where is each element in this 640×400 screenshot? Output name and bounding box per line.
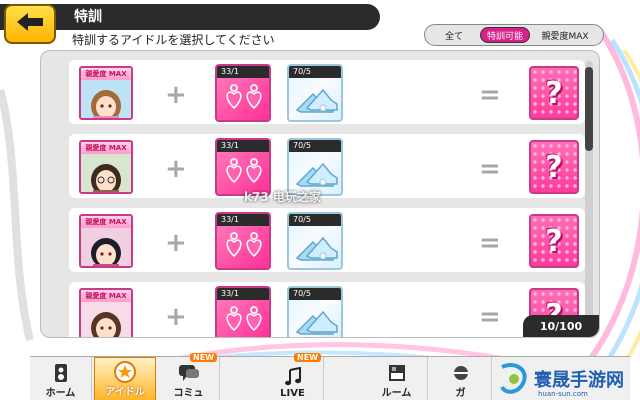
nav-commu-label: コミュ <box>173 388 204 399</box>
earring-item: 33/1 <box>215 286 271 337</box>
plus-sign: + <box>165 154 187 184</box>
glass-slipper-icon <box>295 88 338 113</box>
scrollbar[interactable] <box>585 61 593 329</box>
shoe-count: 70/5 <box>289 214 341 226</box>
glass-shoe-item: 70/5 <box>287 212 343 270</box>
shoe-count: 70/5 <box>289 66 341 78</box>
idol-card[interactable]: 親愛度 MAX <box>79 66 133 120</box>
room-icon <box>385 362 409 384</box>
nav-home-label: ホーム <box>45 388 76 399</box>
earring-count: 33/1 <box>217 214 269 226</box>
scrollbar-thumb[interactable] <box>585 67 593 151</box>
earring-count: 33/1 <box>217 66 269 78</box>
item-counter: 10/100 <box>523 315 599 337</box>
idol-portrait-icon <box>81 154 131 192</box>
glass-shoe-item: 70/5 <box>287 64 343 122</box>
affection-badge: 親愛度 MAX <box>81 290 131 302</box>
affection-badge: 親愛度 MAX <box>81 68 131 80</box>
plus-sign: + <box>165 80 187 110</box>
new-badge: NEW <box>190 353 217 362</box>
header-bar <box>0 4 380 30</box>
nav-home[interactable]: ホーム <box>30 357 92 400</box>
earring-count: 33/1 <box>217 288 269 300</box>
nav-idol-label: アイドル <box>105 387 145 398</box>
filter-tabs: 全て 特訓可能 親愛度MAX <box>424 24 604 46</box>
new-badge: NEW <box>294 353 321 362</box>
question-mark-icon: ? <box>545 75 563 111</box>
list-item[interactable]: 親愛度 MAX + 33/1 70/5 = <box>69 282 585 337</box>
glass-slipper-icon <box>295 310 338 335</box>
earring-item: 33/1 <box>215 64 271 122</box>
unknown-result-card[interactable]: ? <box>529 140 579 194</box>
question-mark-icon: ? <box>545 223 563 259</box>
earring-count: 33/1 <box>217 140 269 152</box>
nav-room-label: ルーム <box>381 388 412 399</box>
shoe-count: 70/5 <box>289 140 341 152</box>
heart-earring-icon <box>226 84 262 110</box>
list-item[interactable]: 親愛度 MAX + 33/1 70/5 = ? <box>69 208 585 272</box>
heart-earring-icon <box>226 232 262 258</box>
unknown-result-card[interactable]: ? <box>529 214 579 268</box>
equals-sign: = <box>479 228 501 258</box>
nav-room[interactable]: ルーム <box>366 357 428 400</box>
page-title: 特訓 <box>74 9 102 25</box>
idol-card[interactable]: 親愛度 MAX <box>79 288 133 337</box>
idol-portrait-icon <box>81 302 131 337</box>
watermark-logo-icon <box>500 362 527 394</box>
earring-item: 33/1 <box>215 212 271 270</box>
heart-earring-icon <box>226 306 262 332</box>
unknown-result-card[interactable]: ? <box>529 66 579 120</box>
equals-sign: = <box>479 302 501 332</box>
tab-trainable[interactable]: 特訓可能 <box>480 27 530 43</box>
idol-card[interactable]: 親愛度 MAX <box>79 140 133 194</box>
star-icon <box>113 361 137 383</box>
nav-gacha-label: ガ <box>455 388 466 399</box>
arrow-left-icon <box>15 11 45 37</box>
idol-card[interactable]: 親愛度 MAX <box>79 214 133 268</box>
nav-idol[interactable]: アイドル <box>94 357 156 400</box>
nav-live-label: LIVE <box>280 388 305 399</box>
watermark-text: 寰晟手游网 <box>534 370 624 391</box>
watermark-url: huan-sun.com <box>538 390 588 398</box>
music-note-icon <box>281 366 305 388</box>
shoe-count: 70/5 <box>289 288 341 300</box>
affection-badge: 親愛度 MAX <box>81 216 131 228</box>
list-item[interactable]: 親愛度 MAX + 33/1 70/5 = ? <box>69 134 585 198</box>
back-button[interactable] <box>4 4 56 44</box>
gacha-icon <box>449 362 473 384</box>
plus-sign: + <box>165 228 187 258</box>
plus-sign: + <box>165 302 187 332</box>
nav-commu[interactable]: NEW コミュ <box>158 353 220 400</box>
nav-gacha[interactable]: ガ <box>430 357 492 400</box>
speaker-icon <box>49 362 73 384</box>
chat-icon <box>177 362 201 384</box>
glass-shoe-item: 70/5 <box>287 286 343 337</box>
tab-all[interactable]: 全て <box>428 27 480 43</box>
idol-portrait-icon <box>81 80 131 118</box>
glass-slipper-icon <box>295 236 338 261</box>
affection-badge: 親愛度 MAX <box>81 142 131 154</box>
page-subtitle: 特訓するアイドルを選択してください <box>72 33 275 47</box>
equals-sign: = <box>479 80 501 110</box>
equals-sign: = <box>479 154 501 184</box>
corner-watermark: 寰晟手游网 huan-sun.com <box>494 358 640 400</box>
list-item[interactable]: 親愛度 MAX + 33/1 70/5 = ? <box>69 60 585 124</box>
nav-live[interactable]: NEW LIVE <box>262 353 324 400</box>
question-mark-icon: ? <box>545 149 563 185</box>
tab-affection-max[interactable]: 親愛度MAX <box>530 27 600 43</box>
idol-portrait-icon <box>81 228 131 266</box>
center-watermark: k73 电玩之家 <box>244 190 321 204</box>
